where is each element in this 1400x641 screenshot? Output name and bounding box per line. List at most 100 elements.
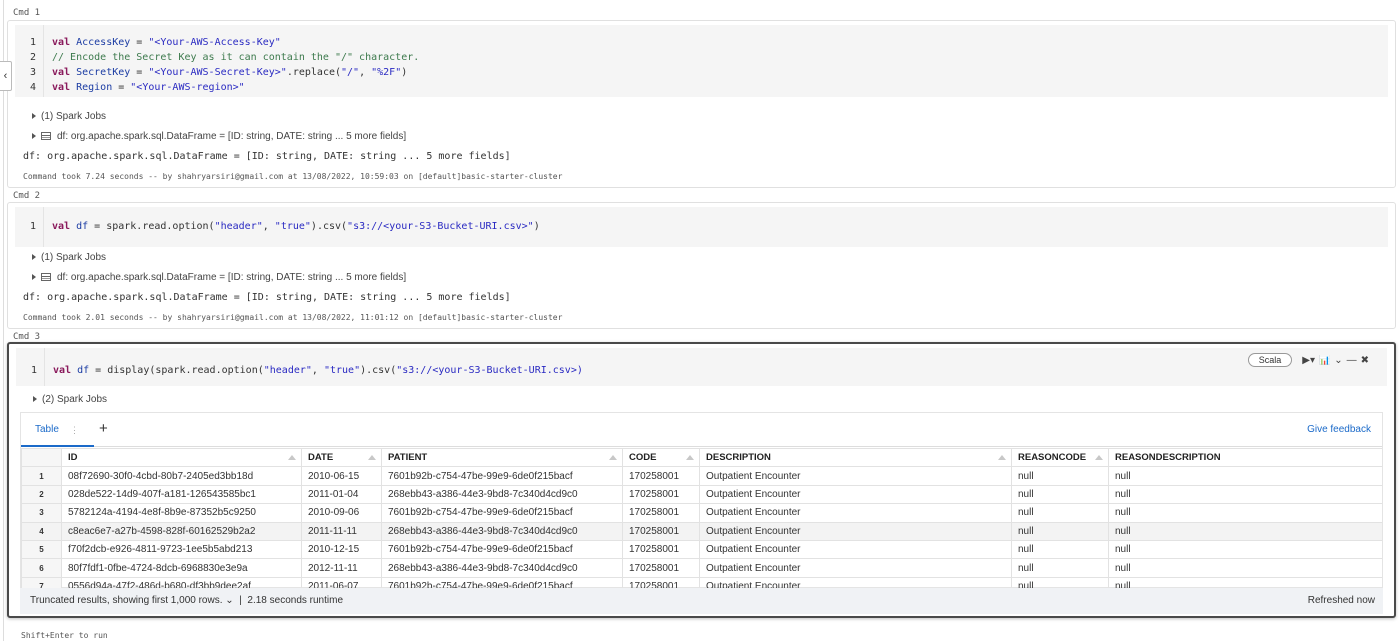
spark-jobs-toggle[interactable]: (2) Spark Jobs (33, 394, 107, 405)
minimize-icon[interactable]: — (1347, 355, 1357, 366)
result-footer: Truncated results, showing first 1,000 r… (20, 588, 1383, 614)
cell-code: 170258001 (622, 521, 700, 541)
code-text: val AccessKey = "<Your-AWS-Access-Key" (52, 35, 281, 50)
cmd-3-label: Cmd 3 (13, 332, 41, 342)
column-header-label: CODE (629, 452, 657, 464)
column-header-label: REASONCODE (1018, 452, 1087, 464)
cell-id: 80f7fdf1-0fbe-4724-8dcb-6968830e3e9a (61, 558, 302, 578)
truncated-results-dropdown[interactable]: Truncated results, showing first 1,000 r… (30, 595, 234, 606)
table-icon (41, 132, 51, 141)
code-token: Region (76, 82, 113, 93)
code-token: // Encode the Secret Key as it can conta… (52, 52, 420, 63)
sort-arrow-icon[interactable] (1095, 455, 1103, 460)
row-number: 4 (21, 521, 62, 541)
cmd-1-label: Cmd 1 (13, 8, 41, 18)
spark-jobs-toggle[interactable]: (1) Spark Jobs (32, 252, 106, 263)
results-table[interactable]: ID DATE PATIENT CODE DESCRIPTION REASONCODE RE… (21, 448, 1382, 589)
cell-reasoncode: null (1011, 503, 1109, 523)
cell-patient: 7601b92b-c754-47be-99e9-6de0f215bacf (381, 503, 623, 523)
cell-date: 2012-11-11 (301, 558, 382, 578)
cell-code: 170258001 (622, 503, 700, 523)
code-token: ) (401, 67, 408, 78)
sort-arrow-icon[interactable] (998, 455, 1006, 460)
spark-jobs-toggle[interactable]: (1) Spark Jobs (32, 111, 106, 122)
code-editor-1[interactable]: 1 val AccessKey = "<Your-AWS-Access-Key" 2… (15, 25, 1388, 97)
tab-options-icon[interactable]: ⋮ (70, 425, 79, 436)
df-schema-toggle[interactable]: df: org.apache.spark.sql.DataFrame = [ID… (32, 131, 406, 142)
cell-reasondescription: null (1108, 558, 1382, 578)
column-header-reasoncode[interactable]: REASONCODE (1011, 448, 1109, 468)
column-header-date[interactable]: DATE (301, 448, 382, 468)
sort-arrow-icon[interactable] (368, 455, 376, 460)
cell-description: Outpatient Encounter (699, 521, 1012, 541)
give-feedback-link[interactable]: Give feedback (1307, 424, 1371, 435)
cell-cmd-3[interactable]: 1 val df = display(spark.read.option("hea… (7, 342, 1396, 618)
cell-cmd-2[interactable]: 1 val df = spark.read.option("header", "t… (7, 202, 1396, 329)
code-editor-2[interactable]: 1 val df = spark.read.option("header", "t… (15, 207, 1388, 247)
cell-description: Outpatient Encounter (699, 466, 1012, 486)
column-header-label: REASONDESCRIPTION (1115, 452, 1221, 464)
table-row[interactable]: 1 08f72690-30f0-4cbd-80b7-2405ed3bb18d 201… (21, 466, 1382, 486)
collapse-sidebar-button[interactable]: ‹ (0, 61, 12, 91)
sort-arrow-icon[interactable] (609, 455, 617, 460)
code-token: ) (533, 221, 540, 232)
add-visualization-button[interactable]: + (99, 420, 108, 437)
cell-date: 2010-06-15 (301, 466, 382, 486)
column-header-id[interactable]: ID (61, 448, 302, 468)
code-line: 2 // Encode the Secret Key as it can cont… (15, 50, 1388, 65)
cell-code: 170258001 (622, 484, 700, 505)
cell-reasondescription: null (1108, 466, 1382, 486)
cell-reasondescription: null (1108, 503, 1382, 523)
cell-reasondescription: null (1108, 539, 1382, 560)
table-row[interactable]: 6 80f7fdf1-0fbe-4724-8dcb-6968830e3e9a 201… (21, 558, 1382, 578)
table-header-row: ID DATE PATIENT CODE DESCRIPTION REASONCODE RE… (21, 448, 1382, 468)
table-row[interactable]: 5 f70f2dcb-e926-4811-9723-1ee5b5abd213 201… (21, 539, 1382, 560)
line-number: 1 (30, 365, 37, 376)
code-text: val df = spark.read.option("header", "tr… (52, 219, 540, 234)
cell-description: Outpatient Encounter (699, 539, 1012, 560)
expand-triangle-icon (32, 113, 36, 120)
cell-reasoncode: null (1011, 558, 1109, 578)
code-token: SecretKey (76, 67, 131, 78)
column-header-code[interactable]: CODE (622, 448, 700, 468)
row-number: 1 (21, 466, 62, 486)
cell-output: df: org.apache.spark.sql.DataFrame = [ID… (23, 151, 511, 162)
code-token: = display(spark.read.option( (89, 365, 264, 376)
close-icon[interactable]: ✖ (1361, 355, 1369, 366)
code-editor-3[interactable]: 1 val df = display(spark.read.option("hea… (16, 348, 1387, 386)
code-token: = (130, 67, 149, 78)
code-token: val (52, 82, 71, 93)
column-header-reasondescription[interactable]: REASONDESCRIPTION (1108, 448, 1382, 468)
line-number: 2 (29, 52, 36, 63)
code-token: "true" (274, 221, 311, 232)
sort-arrow-icon[interactable] (288, 455, 296, 460)
run-menu-icon[interactable]: ▶▾ (1302, 355, 1315, 366)
cell-cmd-1[interactable]: 1 val AccessKey = "<Your-AWS-Access-Key" 2… (7, 20, 1396, 188)
code-token: "header" (214, 221, 263, 232)
expand-triangle-icon (32, 274, 36, 281)
language-badge[interactable]: Scala (1247, 353, 1293, 367)
code-text: val SecretKey = "<Your-AWS-Secret-Key>".… (52, 65, 407, 80)
df-schema-toggle[interactable]: df: org.apache.spark.sql.DataFrame = [ID… (32, 272, 406, 283)
code-token: , (311, 365, 324, 376)
line-number: 4 (29, 82, 36, 93)
code-token: , (262, 221, 275, 232)
code-token: AccessKey (76, 37, 131, 48)
cell-patient: 268ebb43-a386-44e3-9bd8-7c340d4cd9c0 (381, 484, 623, 505)
result-panel: Table ⋮ + Give feedback ID DATE PATIENT COD… (20, 412, 1383, 589)
tab-table[interactable]: Table (21, 413, 94, 447)
footer-divider: | (236, 595, 245, 606)
chevron-down-icon[interactable]: ⌄ (1334, 355, 1342, 366)
cell-id: 028de522-14d9-407f-a181-126543585bc1 (61, 484, 302, 505)
table-row[interactable]: 2 028de522-14d9-407f-a181-126543585bc1 201… (21, 484, 1382, 505)
sort-arrow-icon[interactable] (686, 455, 694, 460)
chart-icon[interactable]: 📊 (1319, 355, 1330, 366)
cell-reasoncode: null (1011, 484, 1109, 505)
column-header-description[interactable]: DESCRIPTION (699, 448, 1012, 468)
code-token: val (52, 221, 71, 232)
table-row[interactable]: 4 c8eac6e7-a27b-4598-828f-60162529b2a2 201… (21, 521, 1382, 541)
code-text: val Region = "<Your-AWS-region>" (52, 80, 245, 95)
column-header-patient[interactable]: PATIENT (381, 448, 623, 468)
code-token: df (77, 365, 90, 376)
table-row[interactable]: 3 5782124a-4194-4e8f-8b9e-87352b5c9250 201… (21, 503, 1382, 523)
